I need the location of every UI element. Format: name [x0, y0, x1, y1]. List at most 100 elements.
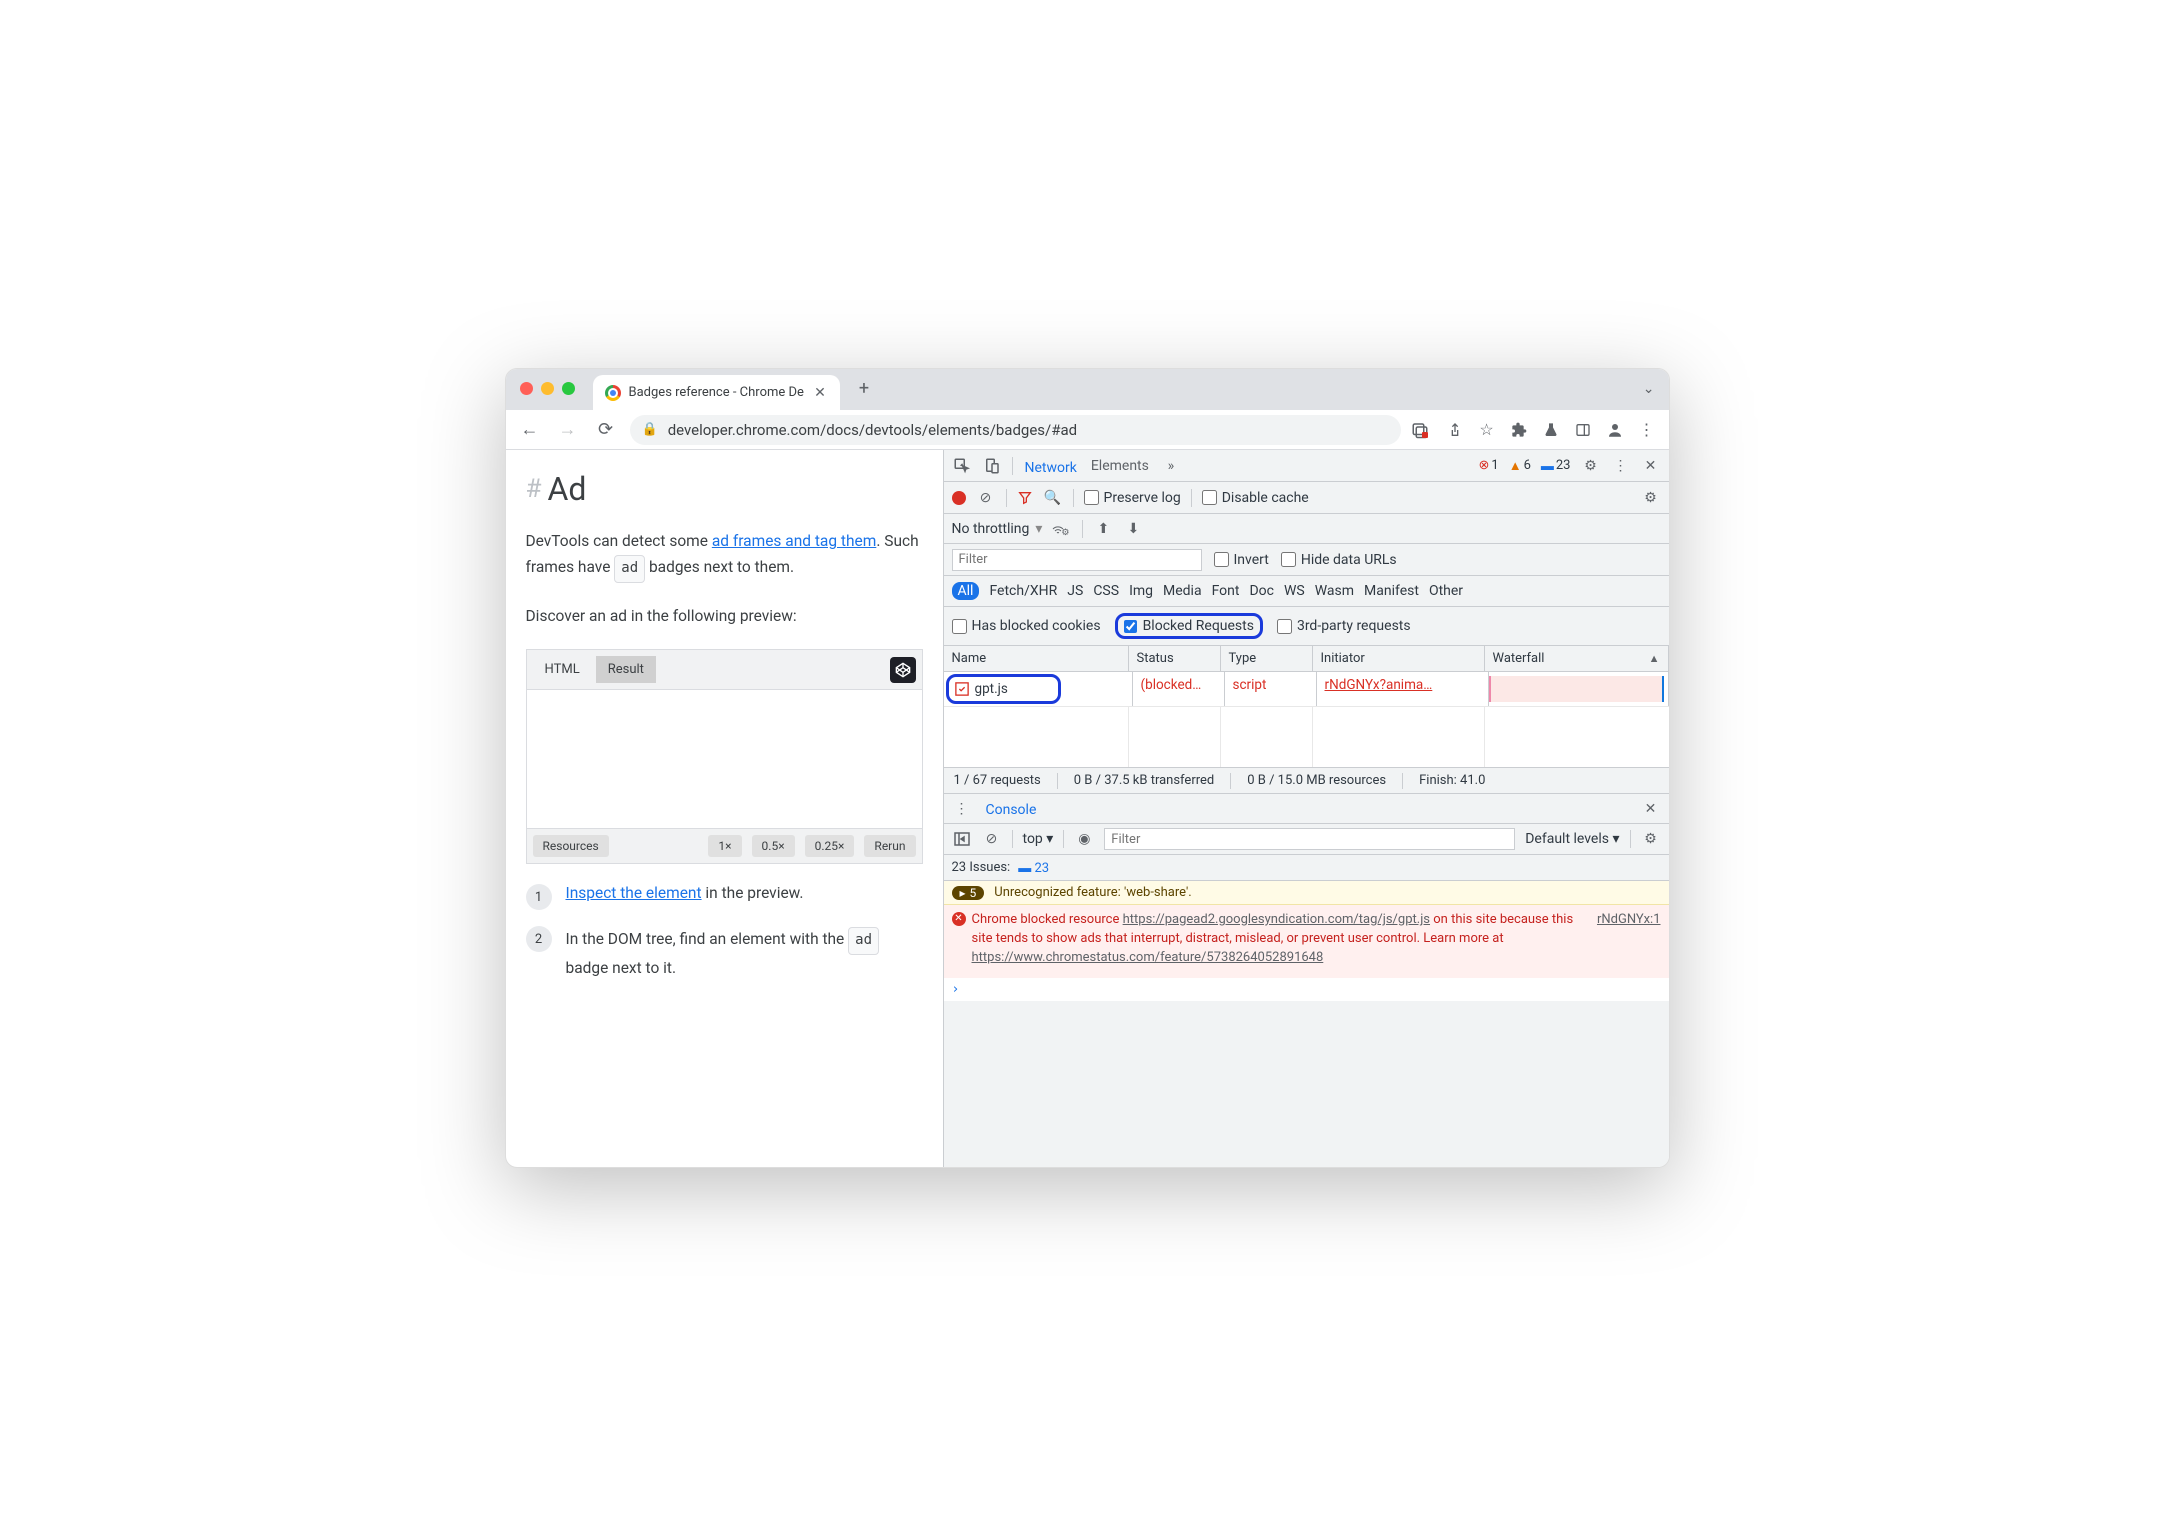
throttling-select[interactable]: No throttling ▾	[952, 521, 1043, 537]
live-expression-icon[interactable]: ◉	[1074, 829, 1094, 849]
filter-toggle-icon[interactable]	[1017, 490, 1033, 506]
bookmark-icon[interactable]: ☆	[1475, 418, 1499, 442]
type-chip-fetchxhr[interactable]: Fetch/XHR	[989, 583, 1057, 599]
col-waterfall[interactable]: Waterfall▲	[1485, 646, 1669, 671]
codepen-preview[interactable]	[527, 689, 922, 829]
record-button[interactable]	[952, 491, 966, 505]
warning-expand-pill[interactable]: ▸ 5	[952, 886, 985, 900]
info-count[interactable]: ▬23	[1541, 458, 1571, 474]
network-conditions-icon[interactable]: ⚙	[1052, 519, 1072, 539]
clear-icon[interactable]: ⊘	[976, 488, 996, 508]
minimize-window[interactable]	[541, 382, 554, 395]
codepen-tab-result[interactable]: Result	[596, 656, 656, 683]
col-initiator[interactable]: Initiator	[1313, 646, 1485, 671]
console-warning-row[interactable]: ▸ 5 Unrecognized feature: 'web-share'.	[944, 881, 1669, 905]
col-status[interactable]: Status	[1129, 646, 1221, 671]
codepen-zoom-05x[interactable]: 0.5×	[752, 835, 795, 857]
log-levels-selector[interactable]: Default levels ▾	[1525, 831, 1619, 847]
third-party-checkbox[interactable]: 3rd-party requests	[1277, 618, 1411, 634]
hide-data-urls-checkbox[interactable]: Hide data URLs	[1281, 552, 1397, 568]
error-count[interactable]: ⊗1	[1478, 458, 1498, 473]
type-chip-ws[interactable]: WS	[1284, 583, 1305, 599]
clear-console-icon[interactable]: ⊘	[982, 829, 1002, 849]
type-chip-font[interactable]: Font	[1212, 583, 1240, 599]
type-chip-css[interactable]: CSS	[1093, 583, 1119, 599]
close-devtools-icon[interactable]: ✕	[1641, 456, 1661, 476]
invert-checkbox[interactable]: Invert	[1214, 552, 1269, 568]
type-chip-manifest[interactable]: Manifest	[1364, 583, 1419, 599]
search-icon[interactable]: 🔍	[1043, 488, 1063, 508]
resource-type-filters: All Fetch/XHR JS CSS Img Media Font Doc …	[944, 576, 1669, 607]
codepen-rerun[interactable]: Rerun	[864, 835, 915, 857]
network-settings-icon[interactable]: ⚙	[1641, 488, 1661, 508]
codepen-tab-html[interactable]: HTML	[533, 656, 592, 683]
blocked-icon	[955, 682, 969, 696]
warning-count[interactable]: ▲6	[1509, 458, 1531, 474]
maximize-window[interactable]	[562, 382, 575, 395]
close-drawer-icon[interactable]: ✕	[1641, 799, 1661, 819]
extensions-icon[interactable]	[1507, 418, 1531, 442]
type-chip-media[interactable]: Media	[1163, 583, 1202, 599]
type-chip-wasm[interactable]: Wasm	[1315, 583, 1354, 599]
new-tab-button[interactable]: +	[850, 374, 878, 402]
console-settings-icon[interactable]: ⚙	[1641, 829, 1661, 849]
console-filter-input[interactable]	[1104, 828, 1515, 850]
learn-more-link[interactable]: https://www.chromestatus.com/feature/573…	[972, 950, 1324, 965]
console-prompt[interactable]: ›	[944, 978, 1669, 1001]
blocked-url-link[interactable]: https://pagead2.googlesyndication.com/ta…	[1123, 912, 1430, 927]
close-window[interactable]	[520, 382, 533, 395]
upload-har-icon[interactable]: ⬆	[1093, 519, 1113, 539]
heading-anchor-icon[interactable]: #	[526, 474, 542, 504]
tabs-dropdown-icon[interactable]: ⌄	[1643, 381, 1655, 397]
type-chip-img[interactable]: Img	[1129, 583, 1153, 599]
has-blocked-cookies-checkbox[interactable]: Has blocked cookies	[952, 618, 1101, 634]
col-type[interactable]: Type	[1221, 646, 1313, 671]
filter-input[interactable]	[952, 549, 1202, 571]
disable-cache-checkbox[interactable]: Disable cache	[1202, 490, 1309, 506]
kebab-menu-icon[interactable]: ⋮	[1611, 456, 1631, 476]
back-button[interactable]: ←	[516, 416, 544, 444]
browser-tab[interactable]: Badges reference - Chrome De ✕	[593, 375, 840, 410]
issues-count-badge[interactable]: ▬ 23	[1018, 860, 1049, 876]
codepen-zoom-1x[interactable]: 1×	[708, 835, 741, 857]
url-field[interactable]: 🔒 developer.chrome.com/docs/devtools/ele…	[630, 415, 1401, 445]
tab-network[interactable]: Network	[1023, 456, 1079, 484]
translate-icon[interactable]	[1411, 418, 1435, 442]
ad-frames-link[interactable]: ad frames and tag them	[712, 532, 877, 550]
console-sidebar-icon[interactable]	[952, 829, 972, 849]
step-text: Inspect the element in the preview.	[566, 884, 804, 902]
tab-elements[interactable]: Elements	[1089, 454, 1151, 478]
settings-icon[interactable]: ⚙	[1581, 456, 1601, 476]
codepen-zoom-025x[interactable]: 0.25×	[805, 835, 855, 857]
forward-button[interactable]: →	[554, 416, 582, 444]
codepen-resources[interactable]: Resources	[533, 835, 609, 857]
reload-button[interactable]: ⟳	[592, 416, 620, 444]
codepen-logo-icon[interactable]	[890, 657, 916, 683]
drawer-menu-icon[interactable]: ⋮	[952, 799, 972, 819]
more-tabs-icon[interactable]: »	[1161, 456, 1181, 476]
profile-icon[interactable]	[1603, 418, 1627, 442]
initiator-link[interactable]: rNdGNYx?anima…	[1325, 677, 1433, 693]
sidepanel-icon[interactable]	[1571, 418, 1595, 442]
labs-icon[interactable]	[1539, 418, 1563, 442]
type-chip-other[interactable]: Other	[1429, 583, 1463, 599]
error-source-link[interactable]: rNdGNYx:1	[1597, 911, 1661, 968]
preserve-log-checkbox[interactable]: Preserve log	[1084, 490, 1181, 506]
inspect-element-link[interactable]: Inspect the element	[566, 884, 702, 902]
type-chip-doc[interactable]: Doc	[1249, 583, 1274, 599]
menu-icon[interactable]: ⋮	[1635, 418, 1659, 442]
issues-label[interactable]: 23 Issues:	[952, 860, 1011, 875]
download-har-icon[interactable]: ⬇	[1123, 519, 1143, 539]
context-selector[interactable]: top ▾	[1023, 831, 1054, 847]
share-icon[interactable]	[1443, 418, 1467, 442]
table-row[interactable]: gpt.js (blocked… script rNdGNYx?anima…	[944, 672, 1669, 707]
type-chip-all[interactable]: All	[952, 582, 980, 600]
steps-list: 1 Inspect the element in the preview. 2 …	[526, 884, 923, 981]
type-chip-js[interactable]: JS	[1067, 583, 1083, 599]
device-toggle-icon[interactable]	[982, 456, 1002, 476]
close-tab-icon[interactable]: ✕	[812, 385, 828, 401]
console-error-row[interactable]: ✕ Chrome blocked resource https://pagead…	[944, 905, 1669, 978]
inspect-icon[interactable]	[952, 456, 972, 476]
col-name[interactable]: Name	[944, 646, 1129, 671]
blocked-requests-checkbox[interactable]: Blocked Requests	[1115, 613, 1263, 639]
